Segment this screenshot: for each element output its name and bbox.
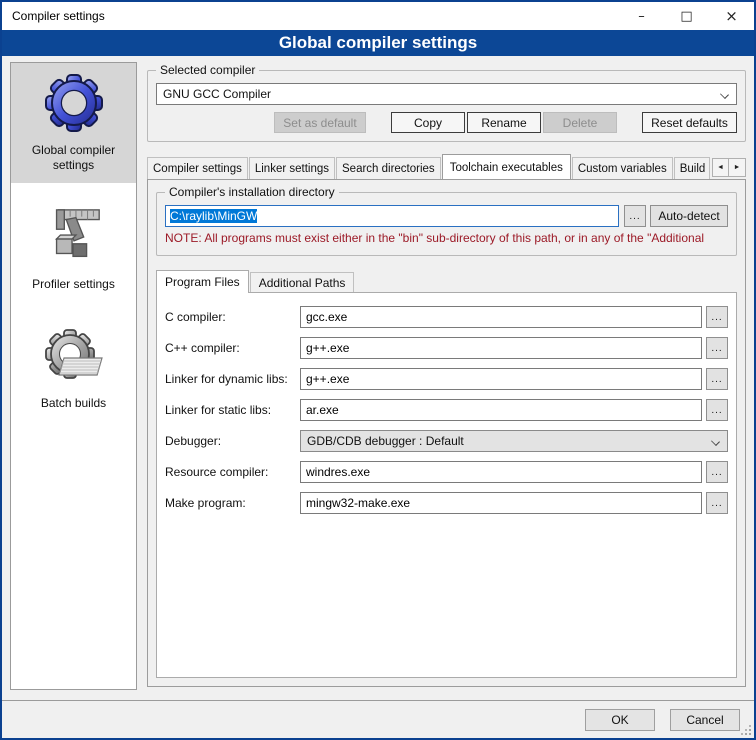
tab-toolchain-executables[interactable]: Toolchain executables xyxy=(442,154,571,180)
static-linker-input[interactable] xyxy=(300,399,702,421)
field-label: Debugger: xyxy=(165,434,300,448)
field-label: Make program: xyxy=(165,496,300,510)
gear-stack-icon xyxy=(42,324,106,388)
window-title: Compiler settings xyxy=(2,9,105,23)
title-bar[interactable]: Compiler settings – □ × xyxy=(2,2,754,30)
field-label: C++ compiler: xyxy=(165,341,300,355)
resize-grip[interactable] xyxy=(739,723,752,736)
cpp-compiler-row: C++ compiler: ... xyxy=(165,337,728,359)
program-files-panel: C compiler: ... C++ compiler: ... Linker… xyxy=(156,293,737,678)
auto-detect-button[interactable]: Auto-detect xyxy=(650,205,728,227)
ok-button[interactable]: OK xyxy=(585,709,655,731)
debugger-select[interactable]: GDB/CDB debugger : Default xyxy=(300,430,728,452)
main-panel: Selected compiler GNU GCC Compiler Set a… xyxy=(147,62,746,700)
browse-make-program-button[interactable]: ... xyxy=(706,492,728,514)
tab-scroll-controls: ◄ ► xyxy=(712,158,746,179)
tab-build-options[interactable]: Build options xyxy=(674,157,710,179)
browse-dynamic-linker-button[interactable]: ... xyxy=(706,368,728,390)
resource-compiler-row: Resource compiler: ... xyxy=(165,461,728,483)
bin-subdirectory-note: NOTE: All programs must exist either in … xyxy=(165,231,728,245)
make-program-input[interactable] xyxy=(300,492,702,514)
group-legend: Compiler's installation directory xyxy=(165,185,339,199)
installation-directory-row: C:\raylib\MinGW ... Auto-detect xyxy=(165,205,728,227)
compiler-actions: Set as default Copy Rename Delete Reset … xyxy=(156,112,737,133)
tab-custom-variables[interactable]: Custom variables xyxy=(572,157,673,179)
c-compiler-row: C compiler: ... xyxy=(165,306,728,328)
sidebar-item-profiler-settings[interactable]: Profiler settings xyxy=(11,197,136,302)
close-button[interactable]: × xyxy=(709,2,754,30)
compiler-settings-dialog: Compiler settings – □ × Global compiler … xyxy=(0,0,756,740)
settings-category-list: Global compiler settings xyxy=(10,62,137,690)
static-linker-row: Linker for static libs: ... xyxy=(165,399,728,421)
browse-static-linker-button[interactable]: ... xyxy=(706,399,728,421)
maximize-button[interactable]: □ xyxy=(664,2,709,30)
resource-compiler-input[interactable] xyxy=(300,461,702,483)
sidebar-item-global-compiler-settings[interactable]: Global compiler settings xyxy=(11,63,136,183)
make-program-row: Make program: ... xyxy=(165,492,728,514)
copy-button[interactable]: Copy xyxy=(391,112,465,133)
selected-compiler-group: Selected compiler GNU GCC Compiler Set a… xyxy=(147,70,746,142)
installation-directory-group: Compiler's installation directory C:\ray… xyxy=(156,192,737,256)
sidebar-item-label: Profiler settings xyxy=(32,277,115,292)
compiler-select-value: GNU GCC Compiler xyxy=(163,87,271,101)
debugger-select-value: GDB/CDB debugger : Default xyxy=(307,434,464,448)
sidebar-item-label: Batch builds xyxy=(41,396,106,411)
browse-resource-compiler-button[interactable]: ... xyxy=(706,461,728,483)
sidebar-item-batch-builds[interactable]: Batch builds xyxy=(11,316,136,421)
caliper-icon xyxy=(42,205,106,269)
field-label: Linker for static libs: xyxy=(165,403,300,417)
tab-program-files[interactable]: Program Files xyxy=(156,270,249,293)
chevron-down-icon xyxy=(720,90,729,99)
minimize-button[interactable]: – xyxy=(619,2,664,30)
gear-blue-icon xyxy=(42,71,106,135)
sidebar-item-label: Global compiler settings xyxy=(13,143,134,173)
c-compiler-input[interactable] xyxy=(300,306,702,328)
debugger-row: Debugger: GDB/CDB debugger : Default xyxy=(165,430,728,452)
tab-search-directories[interactable]: Search directories xyxy=(336,157,441,179)
delete-button[interactable]: Delete xyxy=(543,112,617,133)
chevron-down-icon xyxy=(711,437,720,446)
settings-tabs: Compiler settings Linker settings Search… xyxy=(147,154,746,180)
selected-path-text: C:\raylib\MinGW xyxy=(170,209,257,223)
cpp-compiler-input[interactable] xyxy=(300,337,702,359)
page-title: Global compiler settings xyxy=(2,30,754,56)
tab-compiler-settings[interactable]: Compiler settings xyxy=(147,157,248,179)
reset-defaults-button[interactable]: Reset defaults xyxy=(642,112,737,133)
set-as-default-button[interactable]: Set as default xyxy=(274,112,366,133)
dialog-footer: OK Cancel xyxy=(2,700,754,738)
installation-directory-input[interactable]: C:\raylib\MinGW xyxy=(165,205,619,227)
tab-scroll-left-icon[interactable]: ◄ xyxy=(712,158,729,177)
dialog-content: Global compiler settings xyxy=(2,56,754,700)
program-tabs: Program Files Additional Paths xyxy=(156,270,737,293)
cancel-button[interactable]: Cancel xyxy=(670,709,740,731)
tab-additional-paths[interactable]: Additional Paths xyxy=(250,272,355,292)
compiler-select[interactable]: GNU GCC Compiler xyxy=(156,83,737,105)
tab-scroll-right-icon[interactable]: ► xyxy=(729,158,746,177)
toolchain-executables-page: Compiler's installation directory C:\ray… xyxy=(147,180,746,687)
dynamic-linker-input[interactable] xyxy=(300,368,702,390)
rename-button[interactable]: Rename xyxy=(467,112,541,133)
dynamic-linker-row: Linker for dynamic libs: ... xyxy=(165,368,728,390)
browse-c-compiler-button[interactable]: ... xyxy=(706,306,728,328)
browse-cpp-compiler-button[interactable]: ... xyxy=(706,337,728,359)
field-label: Resource compiler: xyxy=(165,465,300,479)
tab-linker-settings[interactable]: Linker settings xyxy=(249,157,335,179)
browse-directory-button[interactable]: ... xyxy=(624,205,646,227)
group-legend: Selected compiler xyxy=(156,63,259,77)
field-label: C compiler: xyxy=(165,310,300,324)
field-label: Linker for dynamic libs: xyxy=(165,372,300,386)
window-controls: – □ × xyxy=(619,2,754,30)
